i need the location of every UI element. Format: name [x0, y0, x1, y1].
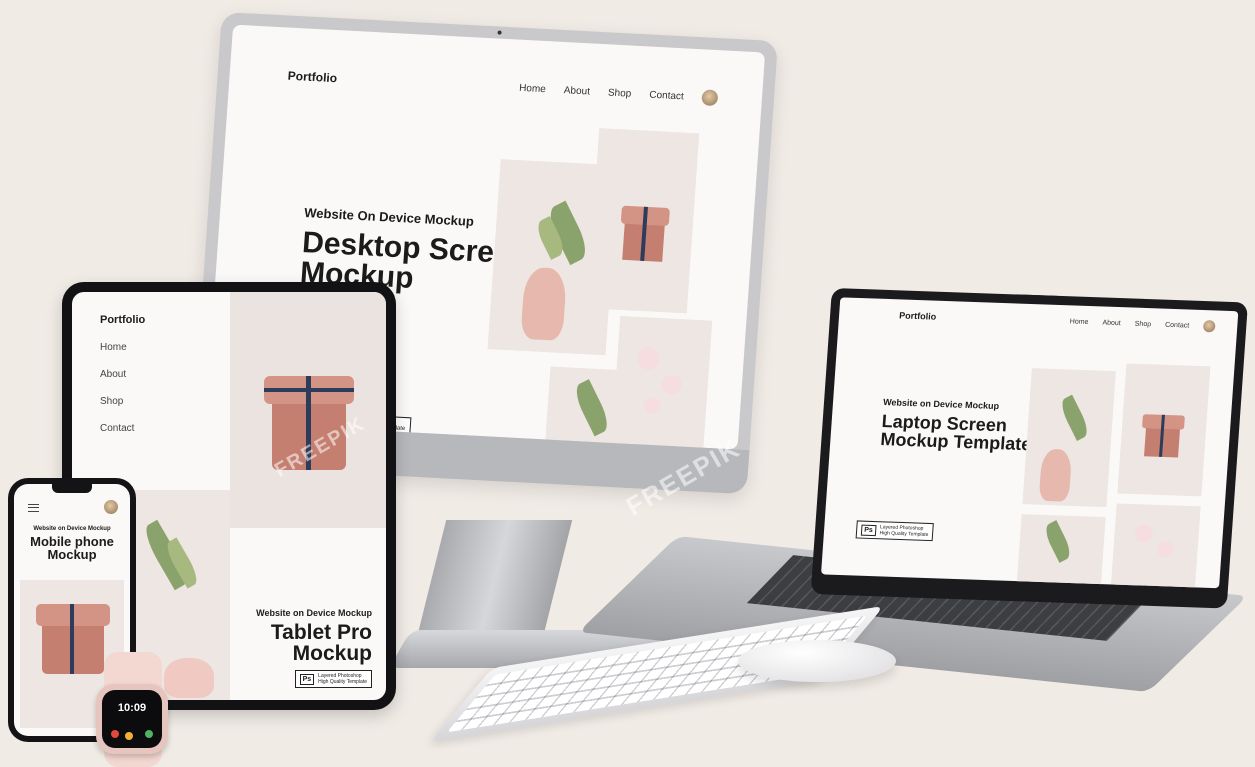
gift-image: [230, 292, 386, 528]
laptop-subtitle: Website on Device Mockup: [882, 397, 1000, 412]
orchid-image: [1110, 503, 1201, 589]
fitness-icon: [145, 730, 153, 738]
tablet-title-line2: Mockup: [292, 642, 372, 665]
gift-image: [586, 128, 700, 314]
laptop-nav: Portfolio Home About Shop Contact: [899, 309, 1216, 333]
tablet-menu-about[interactable]: About: [100, 369, 145, 380]
weather-icon: [125, 732, 133, 740]
tablet-menu-home[interactable]: Home: [100, 342, 145, 353]
tablet-side-menu: Portfolio Home About Shop Contact: [100, 314, 145, 434]
laptop-logo[interactable]: Portfolio: [899, 310, 937, 321]
desktop-nav-home[interactable]: Home: [519, 82, 546, 94]
smart-watch: 10:09: [96, 684, 168, 754]
desktop-nav-contact[interactable]: Contact: [649, 89, 684, 102]
menu-icon[interactable]: [28, 504, 39, 512]
desktop-logo[interactable]: Portfolio: [287, 69, 337, 86]
tablet-hero: Website on Device Mockup Tablet Pro Mock…: [256, 608, 372, 664]
tablet-menu-contact[interactable]: Contact: [100, 423, 145, 434]
photoshop-icon: Ps: [860, 524, 877, 536]
orchid-image: [611, 315, 713, 450]
gift-image: [1117, 363, 1211, 497]
tablet-logo[interactable]: Portfolio: [100, 314, 145, 326]
laptop-notch: [1022, 294, 1057, 303]
desktop-nav: Portfolio Home About Shop Contact: [287, 68, 719, 107]
laptop-nav-contact[interactable]: Contact: [1165, 321, 1190, 329]
vase-image: [1022, 368, 1116, 508]
watch-time: 10:09: [117, 702, 147, 714]
phone-notch: [52, 484, 92, 493]
avatar[interactable]: [104, 500, 118, 514]
tablet-title-line1: Tablet Pro: [270, 621, 372, 644]
phone-title-line2: Mockup: [47, 547, 97, 562]
laptop: Portfolio Home About Shop Contact Websit…: [810, 288, 1248, 609]
avatar[interactable]: [701, 89, 719, 107]
laptop-nav-home[interactable]: Home: [1070, 318, 1089, 326]
laptop-badge-line2: High Quality Template: [879, 530, 929, 538]
desktop-nav-about[interactable]: About: [563, 85, 590, 97]
laptop-title-line2: Mockup Template: [879, 429, 1032, 455]
plant-image: [1016, 514, 1106, 588]
laptop-hero: Website on Device Mockup Laptop Screen M…: [879, 397, 1034, 455]
mouse: [738, 640, 896, 682]
phone-hero: Website on Device Mockup Mobile phone Mo…: [14, 526, 130, 561]
avatar[interactable]: [1202, 320, 1216, 333]
photoshop-icon: Ps: [299, 673, 315, 685]
tablet-subtitle: Website on Device Mockup: [256, 608, 372, 618]
phone-subtitle: Website on Device Mockup: [33, 526, 111, 532]
laptop-nav-shop[interactable]: Shop: [1135, 320, 1152, 328]
tablet-menu-shop[interactable]: Shop: [100, 396, 145, 407]
laptop-screen: Portfolio Home About Shop Contact Websit…: [821, 297, 1239, 589]
desktop-nav-shop[interactable]: Shop: [608, 87, 632, 99]
activity-icon: [111, 730, 119, 738]
watch-face: 10:09: [102, 690, 162, 748]
tablet-badge-line2: High Quality Template: [318, 679, 367, 685]
laptop-badge: Ps Layered Photoshop High Quality Templa…: [855, 520, 935, 542]
tablet-badge: Ps Layered Photoshop High Quality Templa…: [294, 670, 372, 688]
laptop-nav-about[interactable]: About: [1102, 319, 1121, 327]
